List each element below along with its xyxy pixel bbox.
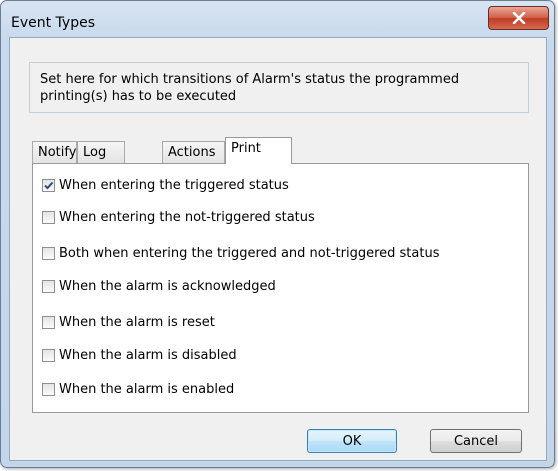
option-label: Both when entering the triggered and not… [59, 245, 440, 261]
checkbox[interactable] [42, 382, 55, 396]
option-label: When the alarm is reset [59, 314, 215, 330]
cancel-button[interactable]: Cancel [430, 429, 522, 453]
option-acknowledged[interactable]: When the alarm is acknowledged [42, 277, 276, 295]
tab-actions[interactable]: Actions [162, 141, 225, 164]
checkbox[interactable] [42, 315, 55, 329]
close-button[interactable] [488, 6, 549, 30]
checkbox[interactable] [42, 279, 55, 293]
checkbox[interactable] [42, 210, 55, 224]
option-label: When the alarm is enabled [59, 381, 235, 397]
option-label: When entering the triggered status [59, 177, 289, 193]
checkbox[interactable] [42, 246, 55, 260]
info-text: Set here for which transitions of Alarm'… [29, 62, 529, 113]
print-tab-panel: When entering the triggered status When … [32, 163, 529, 413]
option-disabled[interactable]: When the alarm is disabled [42, 346, 237, 364]
checkmark-icon [44, 181, 54, 189]
option-enabled[interactable]: When the alarm is enabled [42, 380, 234, 398]
ok-button[interactable]: OK [307, 429, 397, 453]
tab-print[interactable]: Print [225, 137, 292, 164]
window-title: Event Types [11, 15, 96, 31]
option-label: When the alarm is disabled [59, 347, 237, 363]
dialog-window: Event Types Set here for which transitio… [0, 0, 555, 468]
dialog-content: Set here for which transitions of Alarm'… [9, 37, 547, 461]
option-label: When entering the not-triggered status [59, 209, 315, 225]
tab-log[interactable]: Log [77, 141, 125, 164]
close-icon [512, 12, 525, 24]
option-both-triggered-not-triggered[interactable]: Both when entering the triggered and not… [42, 244, 439, 262]
tab-strip: Notify Log Actions Print [32, 134, 452, 164]
tab-notify[interactable]: Notify [32, 141, 77, 164]
option-label: When the alarm is acknowledged [59, 278, 276, 294]
option-entering-not-triggered[interactable]: When entering the not-triggered status [42, 208, 315, 226]
checkbox[interactable] [42, 348, 55, 362]
option-reset[interactable]: When the alarm is reset [42, 313, 215, 331]
checkbox[interactable] [42, 178, 55, 192]
option-entering-triggered[interactable]: When entering the triggered status [42, 176, 289, 194]
